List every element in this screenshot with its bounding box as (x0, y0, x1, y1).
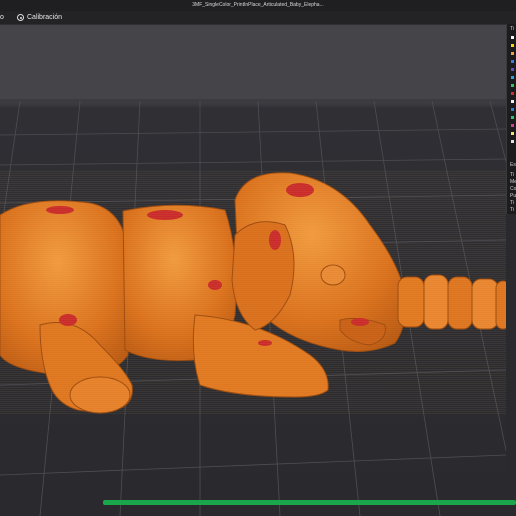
filament-swatch[interactable] (511, 116, 514, 119)
model-layer-lines (0, 170, 506, 415)
tab-calibration[interactable]: Calibración (17, 11, 62, 24)
tab-partial[interactable]: o (0, 11, 4, 24)
panel-row: Ti (510, 207, 514, 213)
filament-swatch[interactable] (511, 124, 514, 127)
filament-swatch[interactable] (511, 60, 514, 63)
tab-calibration-label: Calibración (27, 14, 63, 21)
3d-viewport[interactable] (0, 25, 506, 516)
filament-swatch[interactable] (511, 132, 514, 135)
panel-heading-2: Es (510, 162, 516, 168)
filament-swatch[interactable] (511, 68, 514, 71)
filament-swatch[interactable] (511, 92, 514, 95)
slicing-progress-bar (103, 500, 516, 505)
elephant-model (0, 170, 506, 415)
filament-swatch[interactable] (511, 44, 514, 47)
filament-swatch[interactable] (511, 108, 514, 111)
panel-row: Co (510, 186, 516, 192)
tab-partial-label: o (0, 14, 4, 21)
panel-row: Me (510, 179, 516, 185)
filament-swatch[interactable] (511, 52, 514, 55)
right-side-panel: Ti Es Ti Me Co Pu Ti Ti (506, 24, 516, 214)
filament-swatch[interactable] (511, 100, 514, 103)
panel-row: Ti (510, 172, 514, 178)
filament-swatch[interactable] (511, 36, 514, 39)
top-backdrop (0, 25, 506, 99)
filament-swatch[interactable] (511, 84, 514, 87)
viewport-canvas[interactable] (0, 25, 506, 516)
progress-fill (103, 500, 516, 505)
window-title: 3MF_SingleColor_PrintInPlace_Articulated… (192, 2, 324, 8)
filament-swatch[interactable] (511, 76, 514, 79)
panel-heading-1: Ti (510, 26, 514, 32)
panel-row: Pu (510, 193, 516, 199)
panel-row: Ti (510, 200, 514, 206)
filament-swatch[interactable] (511, 140, 514, 143)
tab-bar: o Calibración (0, 11, 516, 25)
calibration-icon (17, 14, 24, 21)
window-title-bar: 3MF_SingleColor_PrintInPlace_Articulated… (0, 0, 516, 11)
